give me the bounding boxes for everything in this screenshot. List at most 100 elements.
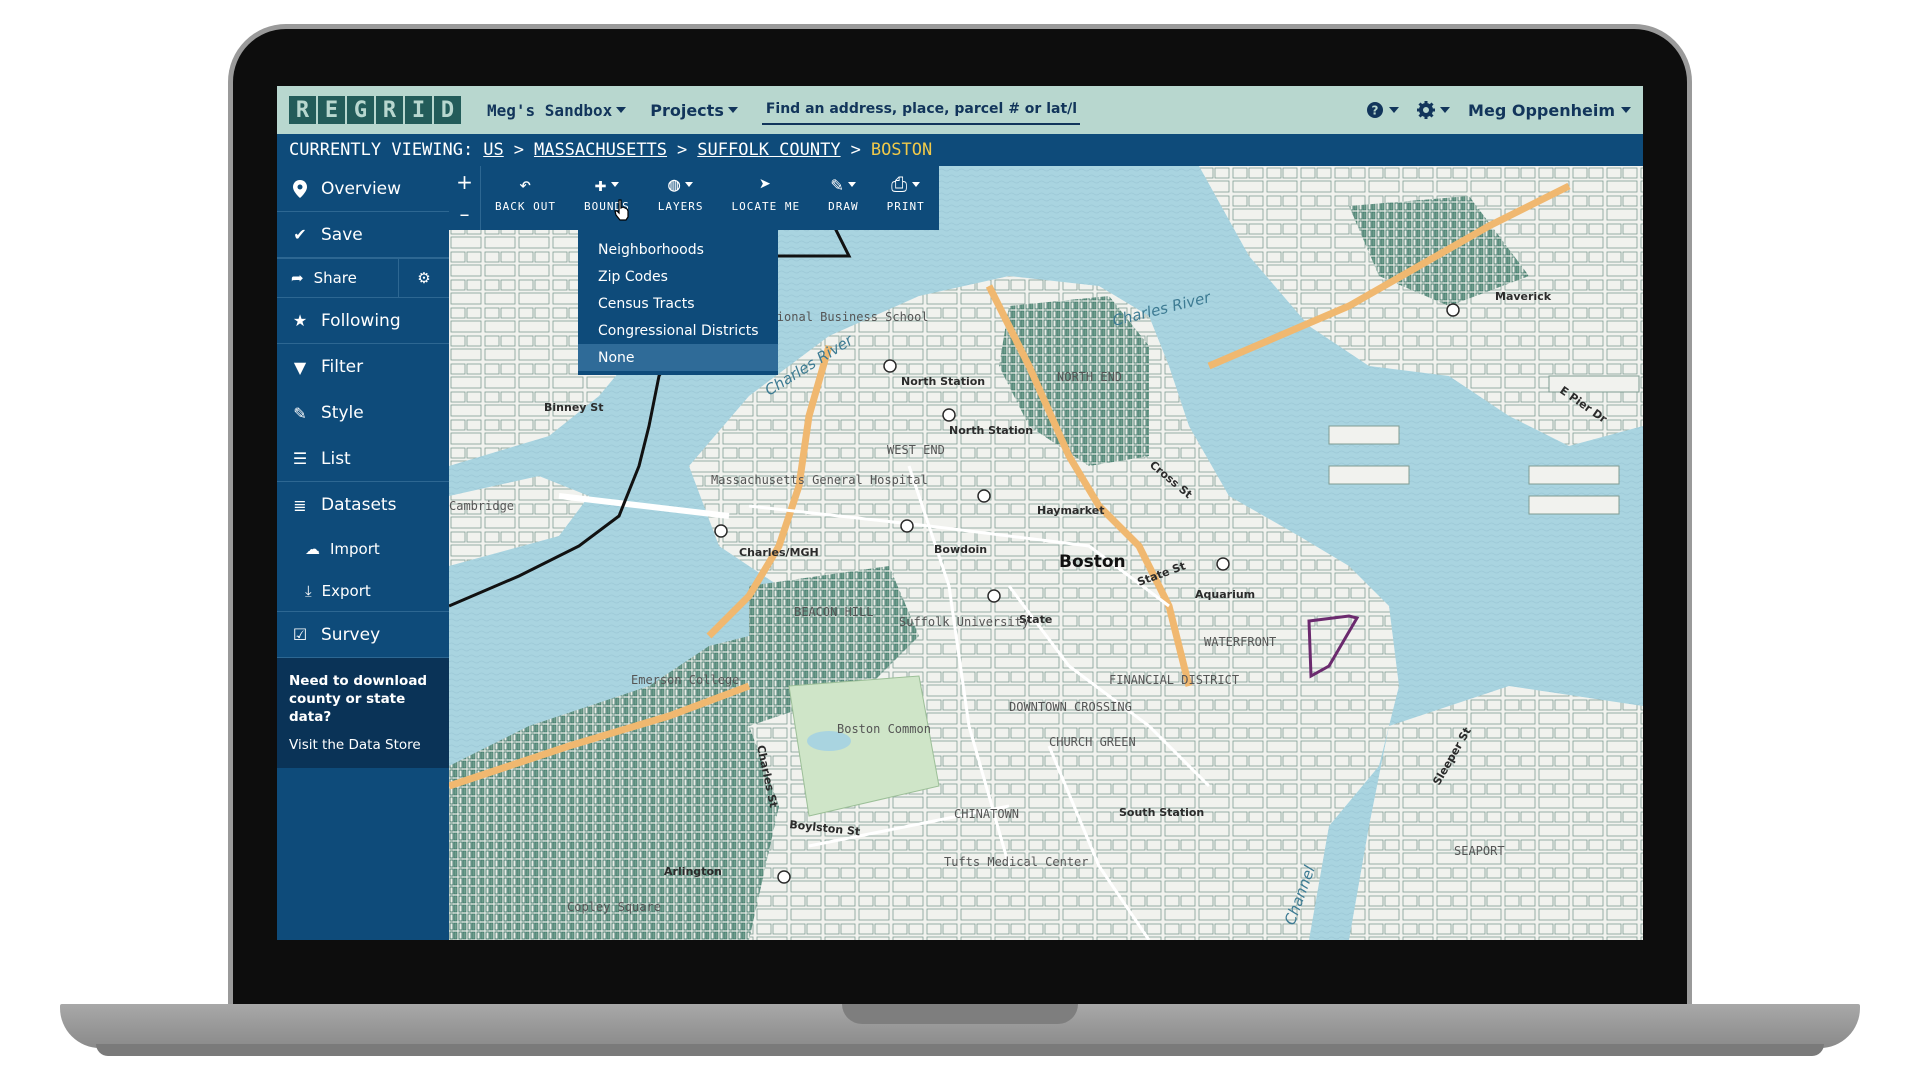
map-label-beacon-hill: BEACON HILL	[794, 605, 873, 619]
promo-text: Need to download county or state data?	[289, 673, 428, 725]
transit-station-marker	[987, 589, 1001, 603]
logo-letter: R	[289, 96, 316, 124]
user-name: Meg Oppenheim	[1468, 100, 1615, 120]
laptop-base-shadow	[96, 1044, 1824, 1056]
tool-label: BACK OUT	[495, 200, 556, 213]
bounds-button[interactable]: ✚ BOUNDS	[570, 166, 644, 230]
logo-letter: G	[347, 96, 374, 124]
star-icon: ★	[292, 311, 308, 330]
chevron-down-icon	[727, 107, 738, 113]
data-store-promo: Need to download county or state data? V…	[277, 658, 449, 768]
sidebar-item-save[interactable]: ✔ Save	[277, 212, 449, 258]
map-label-haymarket: Haymarket	[1037, 504, 1105, 517]
breadcrumb-us[interactable]: US	[483, 140, 503, 160]
zoom-out-button[interactable]: –	[460, 202, 470, 226]
sidebar-item-label: Import	[330, 540, 380, 558]
chevron-down-icon	[1389, 107, 1400, 113]
regrid-logo[interactable]: R E G R I D	[289, 96, 463, 124]
bounds-option-zip-codes[interactable]: Zip Codes	[578, 263, 778, 290]
chevron-down-icon	[616, 107, 627, 113]
sandbox-label: Meg's Sandbox	[487, 100, 613, 120]
sidebar-item-import[interactable]: ☁ Import	[277, 528, 449, 570]
sidebar: Overview ✔ Save ➦ Share ⚙ ★ Following ▼ …	[277, 166, 449, 940]
sidebar-item-datasets[interactable]: ≣ Datasets	[277, 482, 449, 528]
brush-icon: ✎	[293, 403, 307, 423]
map-label-north-station-1: North Station	[901, 375, 985, 388]
filter-icon: ▼	[293, 357, 307, 377]
sidebar-item-label: Filter	[321, 357, 364, 377]
map-toolbar: ↶ BACK OUT ✚ BOUNDS ◍ LAYERS ➤ LOCATE ME…	[481, 166, 939, 230]
help-menu[interactable]: ?	[1366, 101, 1400, 119]
sidebar-item-share[interactable]: ➦ Share	[277, 259, 399, 297]
pencil-icon: ✎	[830, 172, 844, 196]
sidebar-item-label: Overview	[321, 178, 402, 199]
logo-letter: I	[405, 96, 432, 124]
sidebar-item-style[interactable]: ✎ Style	[277, 390, 449, 436]
map-label-south-station: South Station	[1119, 806, 1204, 819]
map-label-downtown-crossing: DOWNTOWN CROSSING	[1009, 700, 1132, 714]
settings-menu[interactable]	[1417, 101, 1451, 119]
sandbox-menu[interactable]: Meg's Sandbox	[487, 100, 627, 120]
sidebar-item-following[interactable]: ★ Following	[277, 298, 449, 344]
hand-cursor-icon	[614, 199, 629, 221]
sidebar-item-label: Share	[313, 269, 357, 287]
print-icon-wrap: ⎙	[891, 172, 921, 196]
locate-me-button[interactable]: ➤ LOCATE ME	[717, 166, 814, 230]
gear-icon	[1417, 101, 1436, 119]
map-label-north-station-2: North Station	[949, 424, 1033, 437]
projects-menu[interactable]: Projects	[650, 101, 738, 120]
breadcrumb-suffolk-county[interactable]: SUFFOLK COUNTY	[697, 140, 840, 160]
sidebar-item-label: List	[321, 448, 351, 469]
sidebar-item-filter[interactable]: ▼ Filter	[277, 344, 449, 390]
tool-label: LAYERS	[657, 200, 704, 213]
map-label-west-end: WEST END	[887, 443, 945, 457]
user-menu[interactable]: Meg Oppenheim	[1468, 101, 1631, 120]
data-store-link[interactable]: Visit the Data Store	[289, 736, 437, 754]
sidebar-item-survey[interactable]: ☑ Survey	[277, 612, 449, 658]
bounds-option-none[interactable]: None	[578, 344, 778, 371]
chevron-down-icon	[1440, 107, 1451, 113]
back-out-button[interactable]: ↶ BACK OUT	[481, 166, 570, 230]
breadcrumb-separator: >	[677, 140, 688, 160]
map-label-cambridge: Cambridge	[449, 499, 514, 513]
map-label-north-end: NORTH END	[1057, 370, 1122, 384]
map-label-suffolk: Suffolk University	[899, 615, 1029, 629]
draw-button[interactable]: ✎ DRAW	[814, 166, 873, 230]
chevron-down-icon	[912, 181, 921, 187]
map-label-binney-st: Binney St	[544, 401, 603, 414]
sidebar-item-overview[interactable]: Overview	[277, 166, 449, 212]
chevron-down-icon	[1621, 107, 1631, 113]
breadcrumb-massachusetts[interactable]: MASSACHUSETTS	[534, 140, 667, 160]
printer-icon: ⎙	[891, 172, 909, 196]
svg-text:?: ?	[1372, 104, 1379, 118]
breadcrumb-prefix: CURRENTLY VIEWING:	[289, 140, 474, 160]
bounds-option-congressional-districts[interactable]: Congressional Districts	[578, 317, 778, 344]
map-label-seaport: SEAPORT	[1454, 844, 1505, 858]
sidebar-item-label: Following	[321, 310, 401, 331]
layers-button[interactable]: ◍ LAYERS	[644, 166, 718, 230]
sidebar-item-label: Save	[321, 224, 363, 245]
sidebar-item-label: Style	[321, 403, 364, 423]
map-label-church-green: CHURCH GREEN	[1049, 735, 1136, 749]
map-label-boston-common: Boston Common	[837, 722, 931, 736]
map-label-copley: Copley Square	[567, 900, 661, 914]
sidebar-item-label: Datasets	[321, 495, 397, 515]
map-label-emerson: Emerson College	[631, 673, 739, 687]
logo-letter: E	[318, 96, 345, 124]
projects-label: Projects	[650, 100, 724, 120]
breadcrumb: CURRENTLY VIEWING: US > MASSACHUSETTS > …	[277, 134, 1643, 166]
zoom-in-button[interactable]: +	[456, 170, 473, 194]
bounds-option-neighborhoods[interactable]: Neighborhoods	[578, 236, 778, 263]
sidebar-item-export[interactable]: ⤓ Export	[277, 570, 449, 612]
bounds-option-census-tracts[interactable]: Census Tracts	[578, 290, 778, 317]
sidebar-item-list[interactable]: ☰ List	[277, 436, 449, 482]
sidebar-item-label: Survey	[321, 624, 381, 645]
puzzle-icon: ✚	[594, 172, 608, 196]
bounds-dropdown: Neighborhoods Zip Codes Census Tracts Co…	[578, 230, 778, 375]
transit-station-marker	[714, 524, 728, 538]
print-button[interactable]: ⎙ PRINT	[873, 166, 939, 230]
globe-icon: ◍	[668, 172, 682, 196]
share-settings-button[interactable]: ⚙	[399, 259, 449, 297]
tool-label: LOCATE ME	[731, 200, 801, 213]
search-input[interactable]	[761, 95, 1080, 125]
